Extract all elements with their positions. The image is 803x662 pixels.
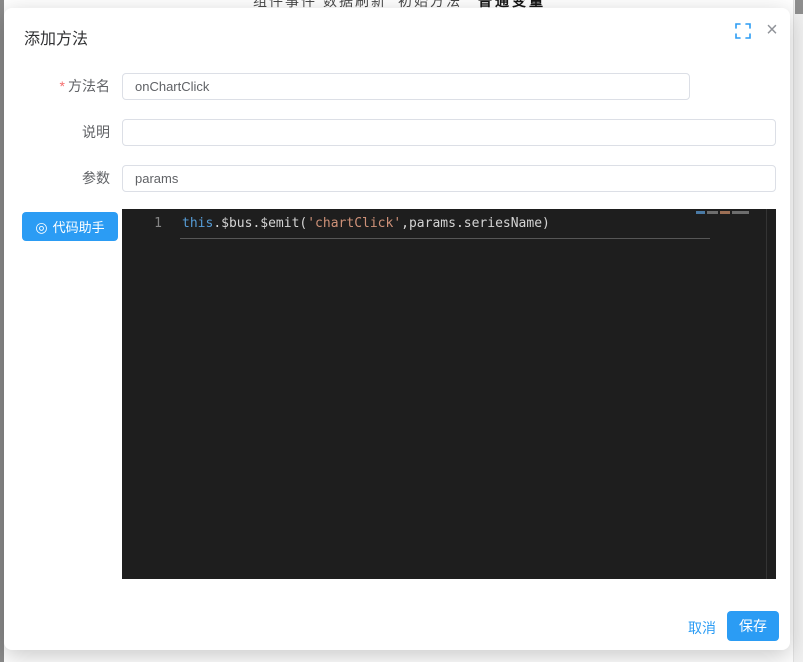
code-assistant-button[interactable]: ◎ 代码助手 <box>22 212 118 241</box>
scrollbar-thumb[interactable] <box>795 0 803 14</box>
background-tab-active[interactable]: 普通变量 <box>478 0 546 8</box>
fullscreen-icon[interactable] <box>734 22 752 40</box>
minimap-mark <box>696 211 705 214</box>
minimap[interactable] <box>696 211 749 214</box>
background-tab[interactable]: 组件事件 <box>253 0 317 8</box>
dialog-title: 添加方法 <box>24 25 88 49</box>
code-line[interactable]: this.$bus.$emit('chartClick',params.seri… <box>182 214 550 233</box>
minimap-mark <box>707 211 718 214</box>
background-tab-strip: 组件事件 数据刷新 初始方法 普通变量 <box>0 0 790 8</box>
method-name-label: *方法名 <box>4 73 110 100</box>
code-assistant-icon: ◎ <box>35 220 47 234</box>
method-name-input[interactable] <box>122 73 690 100</box>
background-tab[interactable]: 数据刷新 <box>323 0 387 8</box>
code-token-plain: .$bus.$emit( <box>213 216 307 231</box>
params-label: 参数 <box>4 165 110 192</box>
description-input[interactable] <box>122 119 776 146</box>
cancel-button[interactable]: 取消 <box>682 616 722 640</box>
screen: 组件事件 数据刷新 初始方法 普通变量 添加方法 × *方法名 说明 参数 <box>0 0 803 662</box>
page-scrollbar[interactable] <box>793 0 803 662</box>
required-asterisk: * <box>60 78 65 94</box>
code-editor[interactable]: 1 this.$bus.$emit('chartClick',params.se… <box>122 209 776 579</box>
params-input[interactable] <box>122 165 776 192</box>
code-token-string: 'chartClick' <box>307 216 401 231</box>
description-label: 说明 <box>4 119 110 146</box>
line-number: 1 <box>122 214 162 233</box>
background-tab[interactable]: 初始方法 <box>398 0 462 8</box>
minimap-mark <box>720 211 730 214</box>
close-icon[interactable]: × <box>761 18 783 42</box>
save-button[interactable]: 保存 <box>727 611 779 641</box>
minimap-divider <box>766 209 767 579</box>
minimap-mark <box>732 211 749 214</box>
add-method-dialog: 添加方法 × *方法名 说明 参数 ◎ 代码助手 1 this.$bus.$e <box>4 8 790 650</box>
code-assistant-label: 代码助手 <box>53 217 105 236</box>
code-token-plain: ,params.seriesName) <box>401 216 550 231</box>
current-line-underline <box>180 238 710 239</box>
code-token-keyword: this <box>182 216 213 231</box>
